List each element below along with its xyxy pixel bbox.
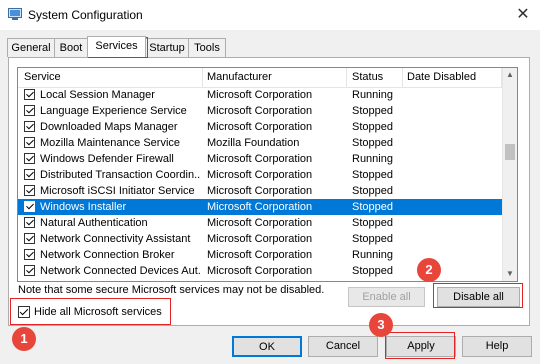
annotation-badge-3: 3 — [369, 313, 393, 337]
service-name: Natural Authentication — [40, 217, 148, 229]
table-row[interactable]: Local Session Manager Microsoft Corporati… — [18, 87, 502, 103]
service-manufacturer: Mozilla Foundation — [207, 137, 300, 149]
system-configuration-icon — [8, 8, 22, 20]
close-icon[interactable]: ✕ — [512, 4, 534, 26]
table-row[interactable]: Distributed Transaction Coordin... Micros… — [18, 167, 502, 183]
header-date-disabled[interactable]: Date Disabled — [407, 71, 476, 83]
annotation-badge-2: 2 — [417, 258, 441, 282]
title-bar: System Configuration ✕ — [0, 0, 540, 30]
service-status: Stopped — [352, 233, 393, 245]
service-name: Mozilla Maintenance Service — [40, 137, 181, 149]
table-row[interactable]: Microsoft iSCSI Initiator Service Microso… — [18, 183, 502, 199]
list-header: Service Manufacturer Status Date Disable… — [18, 68, 502, 88]
service-status: Stopped — [352, 217, 393, 229]
service-status: Stopped — [352, 185, 393, 197]
service-checkbox[interactable] — [24, 249, 35, 260]
service-name: Downloaded Maps Manager — [40, 121, 178, 133]
service-manufacturer: Microsoft Corporation — [207, 201, 313, 213]
service-checkbox[interactable] — [24, 153, 35, 164]
header-status[interactable]: Status — [352, 71, 383, 83]
service-name: Network Connection Broker — [40, 249, 175, 261]
service-manufacturer: Microsoft Corporation — [207, 233, 313, 245]
service-status: Stopped — [352, 169, 393, 181]
service-name: Network Connected Devices Aut... — [40, 265, 200, 277]
scroll-down-icon[interactable]: ▼ — [503, 267, 517, 281]
list-rows: Local Session Manager Microsoft Corporati… — [18, 87, 502, 279]
table-row[interactable]: Language Experience Service Microsoft Cor… — [18, 103, 502, 119]
cancel-button[interactable]: Cancel — [308, 336, 378, 357]
service-manufacturer: Microsoft Corporation — [207, 217, 313, 229]
service-checkbox[interactable] — [24, 89, 35, 100]
secure-services-note: Note that some secure Microsoft services… — [18, 284, 325, 296]
ok-button[interactable]: OK — [232, 336, 302, 357]
annotation-badge-1: 1 — [12, 327, 36, 351]
table-row[interactable]: Downloaded Maps Manager Microsoft Corpora… — [18, 119, 502, 135]
enable-all-button[interactable]: Enable all — [348, 287, 425, 307]
tab-boot[interactable]: Boot — [54, 38, 88, 57]
table-row[interactable]: Windows Defender Firewall Microsoft Corpo… — [18, 151, 502, 167]
service-status: Stopped — [352, 105, 393, 117]
service-status: Stopped — [352, 121, 393, 133]
service-checkbox[interactable] — [24, 217, 35, 228]
service-checkbox[interactable] — [24, 185, 35, 196]
tab-general[interactable]: General — [7, 38, 55, 57]
highlight-apply — [385, 332, 455, 359]
header-manufacturer[interactable]: Manufacturer — [207, 71, 272, 83]
service-checkbox[interactable] — [24, 233, 35, 244]
window-title: System Configuration — [28, 8, 143, 22]
service-status: Stopped — [352, 137, 393, 149]
service-manufacturer: Microsoft Corporation — [207, 185, 313, 197]
service-manufacturer: Microsoft Corporation — [207, 265, 313, 277]
service-name: Language Experience Service — [40, 105, 187, 117]
table-row[interactable]: Natural Authentication Microsoft Corporat… — [18, 215, 502, 231]
scroll-up-icon[interactable]: ▲ — [503, 68, 517, 82]
scroll-thumb[interactable] — [505, 144, 515, 160]
service-name: Network Connectivity Assistant — [40, 233, 191, 245]
service-status: Running — [352, 153, 393, 165]
tab-tools[interactable]: Tools — [188, 38, 226, 57]
service-manufacturer: Microsoft Corporation — [207, 121, 313, 133]
help-button[interactable]: Help — [462, 336, 532, 357]
service-manufacturer: Microsoft Corporation — [207, 153, 313, 165]
service-name: Windows Installer — [40, 201, 127, 213]
service-checkbox[interactable] — [24, 169, 35, 180]
service-status: Running — [352, 249, 393, 261]
table-row[interactable]: Mozilla Maintenance Service Mozilla Found… — [18, 135, 502, 151]
service-name: Windows Defender Firewall — [40, 153, 174, 165]
table-row[interactable]: Network Connectivity Assistant Microsoft … — [18, 231, 502, 247]
highlight-disable-all — [433, 283, 523, 308]
service-manufacturer: Microsoft Corporation — [207, 89, 313, 101]
tab-startup[interactable]: Startup — [145, 38, 189, 57]
service-manufacturer: Microsoft Corporation — [207, 105, 313, 117]
service-checkbox[interactable] — [24, 105, 35, 116]
service-checkbox[interactable] — [24, 121, 35, 132]
service-name: Local Session Manager — [40, 89, 155, 101]
service-name: Distributed Transaction Coordin... — [40, 169, 200, 181]
tab-services[interactable]: Services — [87, 36, 146, 57]
service-status: Running — [352, 89, 393, 101]
vertical-scrollbar[interactable]: ▲ ▼ — [502, 68, 517, 281]
service-manufacturer: Microsoft Corporation — [207, 249, 313, 261]
service-checkbox[interactable] — [24, 201, 35, 212]
service-status: Stopped — [352, 265, 393, 277]
service-name: Microsoft iSCSI Initiator Service — [40, 185, 195, 197]
service-checkbox[interactable] — [24, 265, 35, 276]
table-row[interactable]: Windows Installer Microsoft Corporation St… — [18, 199, 502, 215]
service-manufacturer: Microsoft Corporation — [207, 169, 313, 181]
highlight-hide-ms-services — [10, 298, 171, 325]
service-checkbox[interactable] — [24, 137, 35, 148]
header-service[interactable]: Service — [24, 71, 61, 83]
service-status: Stopped — [352, 201, 393, 213]
services-list[interactable]: Service Manufacturer Status Date Disable… — [17, 67, 518, 282]
